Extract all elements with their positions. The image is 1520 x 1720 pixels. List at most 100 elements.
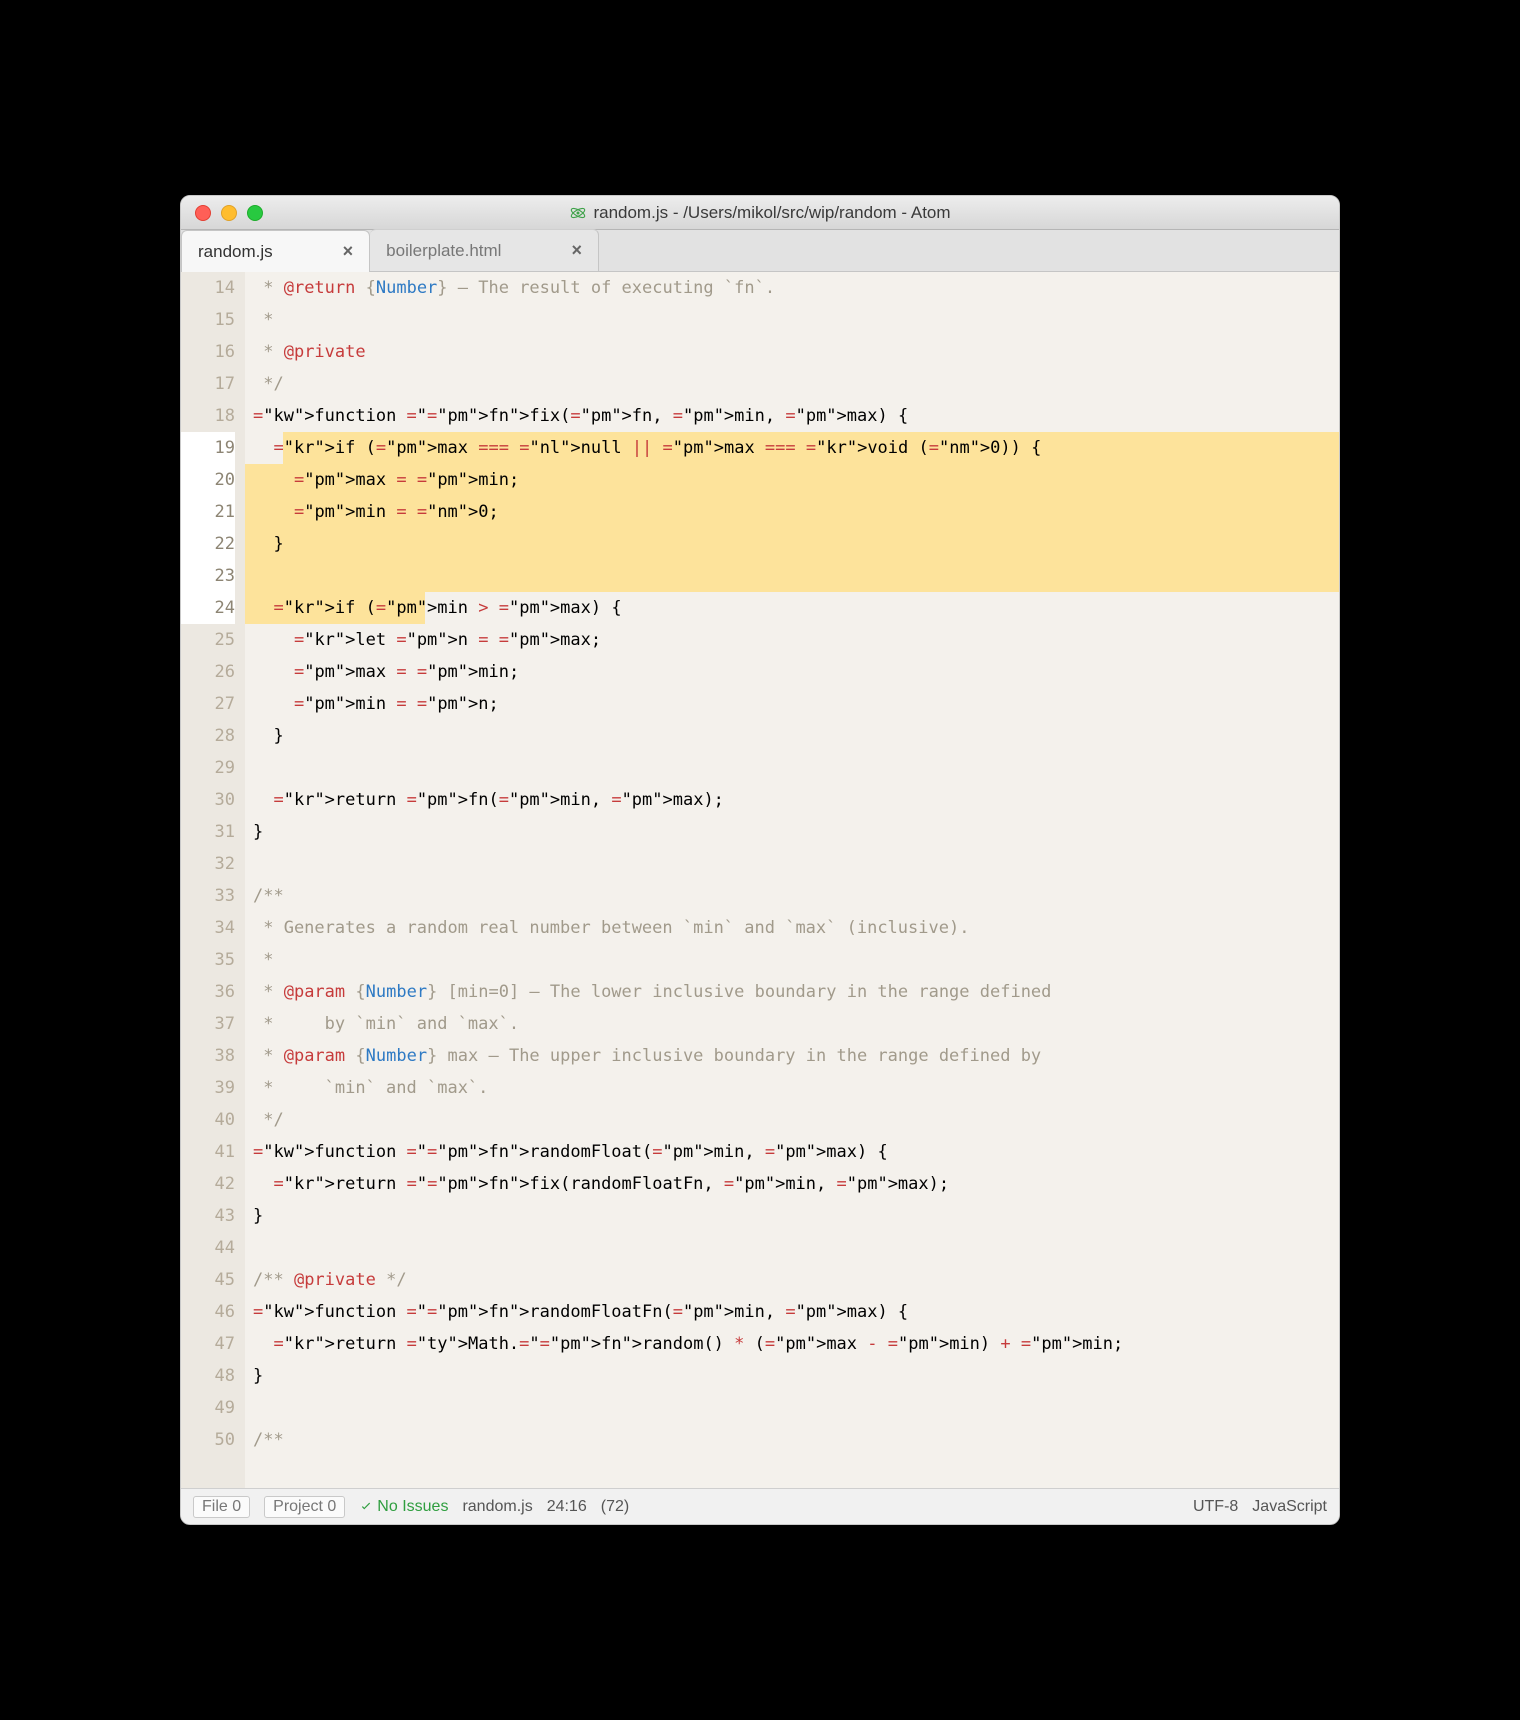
code-line[interactable]: ="kr">let ="pm">n = ="pm">max; <box>245 624 1339 656</box>
editor-window: random.js - /Users/mikol/src/wip/random … <box>180 195 1340 1525</box>
code-line[interactable]: } <box>245 1360 1339 1392</box>
line-number[interactable]: 40 <box>181 1104 235 1136</box>
line-number[interactable]: 36 <box>181 976 235 1008</box>
line-number[interactable]: 15 <box>181 304 235 336</box>
status-grammar[interactable]: JavaScript <box>1252 1498 1327 1516</box>
line-number[interactable]: 49 <box>181 1392 235 1424</box>
code-line[interactable]: ="kr">return ="pm">fn(="pm">min, ="pm">m… <box>245 784 1339 816</box>
status-cursor[interactable]: 24:16 <box>547 1498 587 1516</box>
code-line[interactable]: /** <box>245 880 1339 912</box>
tab-boilerplate-html[interactable]: boilerplate.html × <box>370 229 599 271</box>
code-line[interactable]: } <box>245 720 1339 752</box>
line-number[interactable]: 17 <box>181 368 235 400</box>
code-line[interactable]: * @return {Number} – The result of execu… <box>245 272 1339 304</box>
line-number[interactable]: 28 <box>181 720 235 752</box>
code-line[interactable]: ="kw">function ="="pm">fn">fix(="pm">fn,… <box>245 400 1339 432</box>
code-line[interactable]: ="kr">return ="ty">Math.="="pm">fn">rand… <box>245 1328 1339 1360</box>
line-number[interactable]: 39 <box>181 1072 235 1104</box>
line-number[interactable]: 46 <box>181 1296 235 1328</box>
code-line[interactable]: /** @private */ <box>245 1264 1339 1296</box>
minimize-icon[interactable] <box>221 205 237 221</box>
code-line[interactable]: } <box>245 1200 1339 1232</box>
code-line[interactable] <box>245 848 1339 880</box>
line-number[interactable]: 27 <box>181 688 235 720</box>
code-line[interactable]: ="kr">if (="pm">min > ="pm">max) { <box>245 592 1339 624</box>
line-number[interactable]: 38 <box>181 1040 235 1072</box>
text-editor[interactable]: 1415161718192021222324252627282930313233… <box>181 272 1339 1488</box>
line-number[interactable]: 47 <box>181 1328 235 1360</box>
line-number[interactable]: 29 <box>181 752 235 784</box>
code-line[interactable] <box>245 752 1339 784</box>
line-number[interactable]: 23 <box>181 560 235 592</box>
titlebar[interactable]: random.js - /Users/mikol/src/wip/random … <box>181 196 1339 230</box>
code-line[interactable]: /** <box>245 1424 1339 1456</box>
tab-label: random.js <box>198 242 273 262</box>
file-lint-badge[interactable]: File 0 <box>193 1496 250 1518</box>
issues-indicator[interactable]: No Issues <box>359 1498 448 1516</box>
window-controls <box>181 205 263 221</box>
code-line[interactable]: * @param {Number} max – The upper inclus… <box>245 1040 1339 1072</box>
code-line[interactable]: } <box>245 528 1339 560</box>
line-number[interactable]: 33 <box>181 880 235 912</box>
line-number[interactable]: 43 <box>181 1200 235 1232</box>
code-line[interactable]: * <box>245 304 1339 336</box>
code-line[interactable]: ="kr">if (="pm">max === ="nl">null || ="… <box>245 432 1339 464</box>
line-number[interactable]: 19 <box>181 432 235 464</box>
code-line[interactable]: ="pm">min = ="nm">0; <box>245 496 1339 528</box>
code-line[interactable]: ="pm">max = ="pm">min; <box>245 464 1339 496</box>
line-number[interactable]: 24 <box>181 592 235 624</box>
code-line[interactable]: ="kw">function ="="pm">fn">randomFloat(=… <box>245 1136 1339 1168</box>
tab-label: boilerplate.html <box>386 241 501 261</box>
line-number[interactable]: 35 <box>181 944 235 976</box>
line-number[interactable]: 18 <box>181 400 235 432</box>
close-icon[interactable]: × <box>343 241 354 262</box>
line-number[interactable]: 16 <box>181 336 235 368</box>
line-number[interactable]: 25 <box>181 624 235 656</box>
code-line[interactable] <box>245 1392 1339 1424</box>
window-title: random.js - /Users/mikol/src/wip/random … <box>181 203 1339 223</box>
line-number[interactable]: 31 <box>181 816 235 848</box>
close-icon[interactable] <box>195 205 211 221</box>
status-filename[interactable]: random.js <box>462 1498 532 1516</box>
line-number[interactable]: 44 <box>181 1232 235 1264</box>
code-line[interactable]: * Generates a random real number between… <box>245 912 1339 944</box>
line-number[interactable]: 48 <box>181 1360 235 1392</box>
tab-bar: random.js × boilerplate.html × <box>181 230 1339 272</box>
code-line[interactable]: * by `min` and `max`. <box>245 1008 1339 1040</box>
line-number[interactable]: 37 <box>181 1008 235 1040</box>
tab-random-js[interactable]: random.js × <box>181 230 370 272</box>
line-number[interactable]: 32 <box>181 848 235 880</box>
code-line[interactable]: ="kr">return ="="pm">fn">fix(randomFloat… <box>245 1168 1339 1200</box>
code-line[interactable]: } <box>245 816 1339 848</box>
code-line[interactable]: */ <box>245 1104 1339 1136</box>
status-selection: (72) <box>601 1498 629 1516</box>
code-line[interactable]: */ <box>245 368 1339 400</box>
line-number[interactable]: 22 <box>181 528 235 560</box>
line-number[interactable]: 50 <box>181 1424 235 1456</box>
close-icon[interactable]: × <box>571 240 582 261</box>
code-line[interactable]: ="pm">min = ="pm">n; <box>245 688 1339 720</box>
line-number[interactable]: 14 <box>181 272 235 304</box>
line-number[interactable]: 26 <box>181 656 235 688</box>
line-number[interactable]: 21 <box>181 496 235 528</box>
line-number-gutter[interactable]: 1415161718192021222324252627282930313233… <box>181 272 245 1488</box>
maximize-icon[interactable] <box>247 205 263 221</box>
check-icon <box>359 1500 373 1514</box>
line-number[interactable]: 41 <box>181 1136 235 1168</box>
code-line[interactable]: * @private <box>245 336 1339 368</box>
code-line[interactable]: * <box>245 944 1339 976</box>
code-line[interactable]: ="pm">max = ="pm">min; <box>245 656 1339 688</box>
line-number[interactable]: 45 <box>181 1264 235 1296</box>
line-number[interactable]: 34 <box>181 912 235 944</box>
line-number[interactable]: 20 <box>181 464 235 496</box>
code-line[interactable] <box>245 1232 1339 1264</box>
code-line[interactable] <box>245 560 1339 592</box>
status-encoding[interactable]: UTF-8 <box>1193 1498 1238 1516</box>
line-number[interactable]: 30 <box>181 784 235 816</box>
code-line[interactable]: * @param {Number} [min=0] – The lower in… <box>245 976 1339 1008</box>
code-line[interactable]: * `min` and `max`. <box>245 1072 1339 1104</box>
line-number[interactable]: 42 <box>181 1168 235 1200</box>
code-area[interactable]: * @return {Number} – The result of execu… <box>245 272 1339 1488</box>
code-line[interactable]: ="kw">function ="="pm">fn">randomFloatFn… <box>245 1296 1339 1328</box>
project-lint-badge[interactable]: Project 0 <box>264 1496 345 1518</box>
